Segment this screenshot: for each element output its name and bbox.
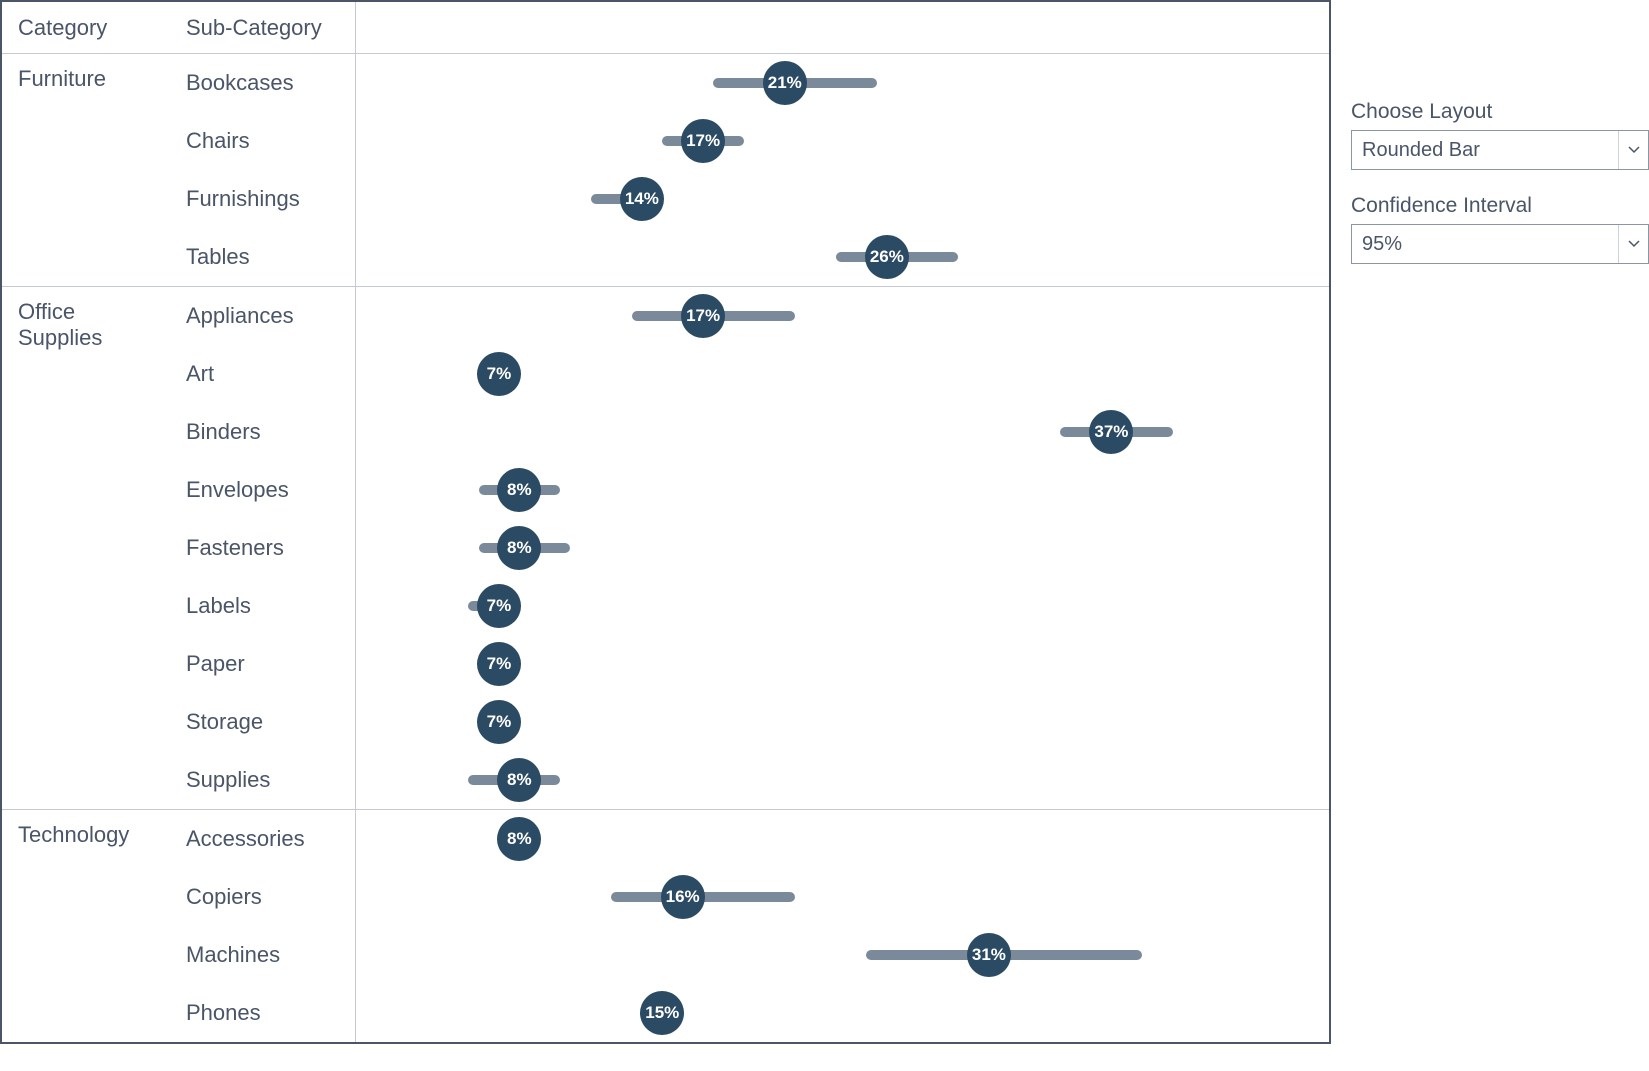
- subcategory-label[interactable]: Supplies: [170, 751, 356, 809]
- subcategory-label[interactable]: Accessories: [170, 810, 356, 868]
- subcategory-label[interactable]: Paper: [170, 635, 356, 693]
- subcategory-label[interactable]: Binders: [170, 403, 356, 461]
- value-point[interactable]: 7%: [477, 584, 521, 628]
- data-row: Labels 7%: [170, 577, 1329, 635]
- value-point[interactable]: 17%: [681, 294, 725, 338]
- subcategory-label[interactable]: Machines: [170, 926, 356, 984]
- data-row: Binders 37%: [170, 403, 1329, 461]
- category-label[interactable]: Office Supplies: [2, 287, 170, 809]
- subcategory-label[interactable]: Art: [170, 345, 356, 403]
- plot-cell: 37%: [356, 403, 1329, 461]
- value-point[interactable]: 8%: [497, 468, 541, 512]
- data-row: Envelopes 8%: [170, 461, 1329, 519]
- data-row: Copiers 16%: [170, 868, 1329, 926]
- value-point[interactable]: 17%: [681, 119, 725, 163]
- confidence-control: Confidence Interval 95%: [1351, 194, 1649, 264]
- value-point[interactable]: 37%: [1089, 410, 1133, 454]
- value-point[interactable]: 7%: [477, 700, 521, 744]
- data-row: Supplies 8%: [170, 751, 1329, 809]
- header-category[interactable]: Category: [2, 2, 170, 53]
- plot-cell: 7%: [356, 345, 1329, 403]
- value-point[interactable]: 26%: [865, 235, 909, 279]
- subcategory-label[interactable]: Envelopes: [170, 461, 356, 519]
- header-plot-area: [356, 2, 1329, 53]
- subcategory-label[interactable]: Tables: [170, 228, 356, 286]
- subcategory-label[interactable]: Labels: [170, 577, 356, 635]
- value-point[interactable]: 15%: [640, 991, 684, 1035]
- plot-cell: 16%: [356, 868, 1329, 926]
- value-point[interactable]: 7%: [477, 642, 521, 686]
- category-label[interactable]: Furniture: [2, 54, 170, 286]
- subcategory-label[interactable]: Storage: [170, 693, 356, 751]
- category-label[interactable]: Technology: [2, 810, 170, 1042]
- data-row: Phones 15%: [170, 984, 1329, 1042]
- confidence-select[interactable]: 95%: [1351, 224, 1649, 264]
- value-point[interactable]: 31%: [967, 933, 1011, 977]
- plot-cell: 21%: [356, 54, 1329, 112]
- value-point[interactable]: 8%: [497, 526, 541, 570]
- data-row: Chairs 17%: [170, 112, 1329, 170]
- chart-panel: Category Sub-Category FurnitureBookcases…: [0, 0, 1331, 1044]
- value-point[interactable]: 7%: [477, 352, 521, 396]
- category-block: FurnitureBookcases 21% Chairs 17% Furnishing…: [2, 54, 1329, 287]
- plot-cell: 15%: [356, 984, 1329, 1042]
- plot-cell: 17%: [356, 287, 1329, 345]
- confidence-label: Confidence Interval: [1351, 194, 1649, 218]
- plot-cell: 26%: [356, 228, 1329, 286]
- data-row: Machines 31%: [170, 926, 1329, 984]
- data-row: Paper 7%: [170, 635, 1329, 693]
- subcategory-label[interactable]: Furnishings: [170, 170, 356, 228]
- data-row: Furnishings 14%: [170, 170, 1329, 228]
- rows-area: Bookcases 21% Chairs 17% Furnishings 14% Table…: [170, 54, 1329, 286]
- data-row: Fasteners 8%: [170, 519, 1329, 577]
- subcategory-label[interactable]: Fasteners: [170, 519, 356, 577]
- dashboard: Category Sub-Category FurnitureBookcases…: [0, 0, 1649, 1044]
- data-row: Storage 7%: [170, 693, 1329, 751]
- category-block: TechnologyAccessories 8% Copiers 16% Machine…: [2, 810, 1329, 1042]
- layout-control: Choose Layout Rounded Bar: [1351, 100, 1649, 170]
- plot-cell: 7%: [356, 693, 1329, 751]
- rows-area: Appliances17%Art7%Binders37%Envelopes8%F…: [170, 287, 1329, 809]
- plot-cell: 8%: [356, 461, 1329, 519]
- data-row: Accessories 8%: [170, 810, 1329, 868]
- caret-down-icon: [1618, 225, 1648, 263]
- value-point[interactable]: 14%: [620, 177, 664, 221]
- plot-cell: 7%: [356, 635, 1329, 693]
- subcategory-label[interactable]: Bookcases: [170, 54, 356, 112]
- layout-select[interactable]: Rounded Bar: [1351, 130, 1649, 170]
- plot-cell: 14%: [356, 170, 1329, 228]
- chart-body: FurnitureBookcases 21% Chairs 17% Furnishing…: [2, 54, 1329, 1042]
- confidence-select-value: 95%: [1362, 233, 1402, 256]
- value-point[interactable]: 8%: [497, 817, 541, 861]
- header-subcategory[interactable]: Sub-Category: [170, 2, 356, 53]
- controls-panel: Choose Layout Rounded Bar Confidence Int…: [1351, 0, 1649, 1044]
- value-point[interactable]: 21%: [763, 61, 807, 105]
- subcategory-label[interactable]: Copiers: [170, 868, 356, 926]
- subcategory-label[interactable]: Phones: [170, 984, 356, 1042]
- plot-cell: 31%: [356, 926, 1329, 984]
- value-point[interactable]: 16%: [661, 875, 705, 919]
- subcategory-label[interactable]: Appliances: [170, 287, 356, 345]
- category-block: Office SuppliesAppliances 17% Art 7% Binders…: [2, 287, 1329, 810]
- layout-label: Choose Layout: [1351, 100, 1649, 124]
- plot-cell: 17%: [356, 112, 1329, 170]
- subcategory-label[interactable]: Chairs: [170, 112, 356, 170]
- rows-area: Accessories 8% Copiers 16% Machines 31% Phones…: [170, 810, 1329, 1042]
- plot-cell: 8%: [356, 519, 1329, 577]
- data-row: Bookcases 21%: [170, 54, 1329, 112]
- plot-cell: 8%: [356, 810, 1329, 868]
- value-point[interactable]: 8%: [497, 758, 541, 802]
- data-row: Tables 26%: [170, 228, 1329, 286]
- layout-select-value: Rounded Bar: [1362, 139, 1480, 162]
- data-row: Art 7%: [170, 345, 1329, 403]
- chart-header-row: Category Sub-Category: [2, 2, 1329, 54]
- caret-down-icon: [1618, 131, 1648, 169]
- data-row: Appliances 17%: [170, 287, 1329, 345]
- plot-cell: 7%: [356, 577, 1329, 635]
- plot-cell: 8%: [356, 751, 1329, 809]
